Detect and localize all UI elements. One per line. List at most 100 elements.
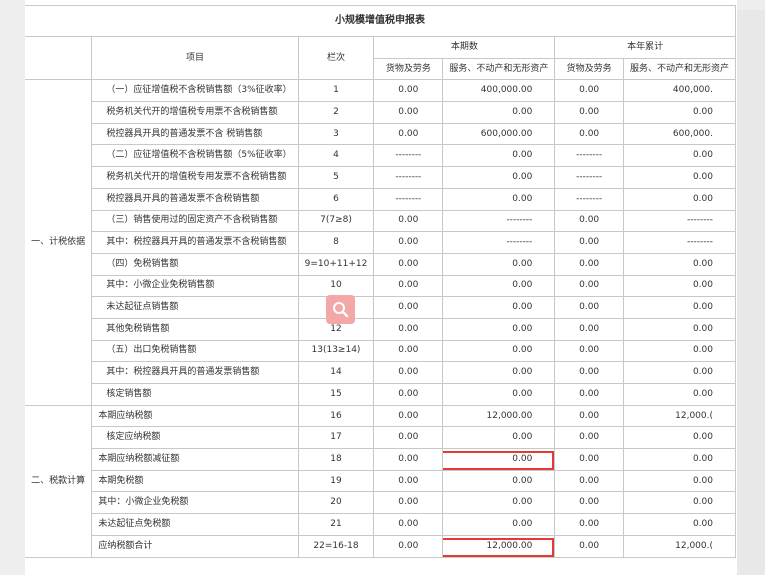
- cell-services-ytd[interactable]: 0.00: [622, 296, 737, 319]
- cell-goods-ytd[interactable]: 0.00: [554, 383, 624, 406]
- table-row: 本期免税额 19 0.00 0.00 0.00 0.00: [25, 469, 737, 493]
- cell-goods[interactable]: 0.00: [373, 252, 444, 276]
- cell-services-ytd[interactable]: 12,000.(: [622, 534, 737, 558]
- cell-services[interactable]: 0.00: [442, 101, 556, 124]
- row-col: 2: [297, 101, 375, 124]
- cell-goods-ytd[interactable]: 0.00: [554, 339, 624, 363]
- cell-services[interactable]: 400,000.00: [442, 79, 556, 103]
- cell-goods-ytd[interactable]: 0.00: [554, 469, 624, 493]
- row-item: 核定应纳税额: [91, 426, 299, 450]
- cell-goods-ytd[interactable]: 0.00: [554, 513, 624, 536]
- cell-goods-ytd[interactable]: 0.00: [554, 448, 624, 471]
- cell-goods[interactable]: 0.00: [373, 209, 444, 233]
- cell-services-ytd[interactable]: 0.00: [622, 166, 737, 189]
- cell-services[interactable]: 0.00: [442, 383, 556, 406]
- cell-goods-ytd[interactable]: 0.00: [554, 252, 624, 276]
- cell-services-ytd[interactable]: 0.00: [622, 274, 737, 298]
- cell-goods[interactable]: 0.00: [373, 448, 444, 471]
- cell-services[interactable]: 0.00: [442, 296, 556, 319]
- cell-services[interactable]: 0.00: [442, 491, 556, 515]
- cell-services-ytd[interactable]: --------: [622, 209, 737, 233]
- cell-services[interactable]: 0.00: [442, 469, 556, 493]
- cell-services[interactable]: --------: [442, 231, 556, 254]
- cell-goods[interactable]: 0.00: [373, 79, 444, 103]
- cell-goods[interactable]: --------: [373, 187, 444, 211]
- cell-goods[interactable]: 0.00: [373, 361, 444, 384]
- cell-services-ytd[interactable]: 600,000.: [622, 122, 737, 146]
- cell-goods-ytd[interactable]: 0.00: [554, 101, 624, 124]
- cell-services[interactable]: 0.00: [442, 513, 556, 536]
- cell-goods[interactable]: 0.00: [373, 426, 444, 450]
- cell-services-ytd[interactable]: 0.00: [622, 469, 737, 493]
- cell-goods[interactable]: 0.00: [373, 491, 444, 515]
- cell-services-ytd[interactable]: 0.00: [622, 187, 737, 211]
- cell-services[interactable]: 0.00: [442, 252, 556, 276]
- table-row: 税控器具开具的普通发票不含 税销售额 3 0.00 600,000.00 0.0…: [25, 122, 737, 146]
- cell-goods[interactable]: 0.00: [373, 296, 444, 319]
- cell-goods-ytd[interactable]: 0.00: [554, 317, 624, 341]
- cell-services[interactable]: 0.00: [442, 361, 556, 384]
- cell-services-highlighted[interactable]: 12,000.00: [442, 534, 556, 558]
- cell-goods[interactable]: 0.00: [373, 513, 444, 536]
- cell-goods-ytd[interactable]: 0.00: [554, 534, 624, 558]
- cell-goods-ytd[interactable]: 0.00: [554, 426, 624, 450]
- cell-goods-ytd[interactable]: --------: [554, 144, 624, 168]
- cell-goods-ytd[interactable]: 0.00: [554, 79, 624, 103]
- cell-services-ytd[interactable]: 0.00: [622, 317, 737, 341]
- cell-goods[interactable]: 0.00: [373, 383, 444, 406]
- cell-services-ytd[interactable]: 0.00: [622, 491, 737, 515]
- cell-services-ytd[interactable]: 0.00: [622, 252, 737, 276]
- row-item: 本期免税额: [91, 469, 299, 493]
- cell-services[interactable]: 0.00: [442, 274, 556, 298]
- cell-goods-ytd[interactable]: 0.00: [554, 231, 624, 254]
- cell-services-ytd[interactable]: 0.00: [622, 383, 737, 406]
- cell-goods-ytd[interactable]: 0.00: [554, 404, 624, 428]
- magnifier-icon[interactable]: [326, 295, 355, 324]
- cell-goods-ytd[interactable]: 0.00: [554, 209, 624, 233]
- cell-goods[interactable]: 0.00: [373, 101, 444, 124]
- cell-goods-ytd[interactable]: 0.00: [554, 274, 624, 298]
- row-item: 应纳税额合计: [91, 534, 299, 558]
- cell-goods[interactable]: --------: [373, 166, 444, 189]
- cell-services-ytd[interactable]: 0.00: [622, 144, 737, 168]
- cell-services-highlighted[interactable]: 0.00: [442, 448, 556, 471]
- corner-cell: [25, 35, 93, 81]
- cell-goods-ytd[interactable]: 0.00: [554, 296, 624, 319]
- cell-services-ytd[interactable]: 12,000.(: [622, 404, 737, 428]
- cell-services[interactable]: 0.00: [442, 166, 556, 189]
- cell-goods-ytd[interactable]: 0.00: [554, 122, 624, 146]
- cell-goods-ytd[interactable]: 0.00: [554, 361, 624, 384]
- table-row: 其中：税控器具开具的普通发票不含税销售额 8 0.00 -------- 0.0…: [25, 231, 737, 254]
- cell-goods[interactable]: --------: [373, 144, 444, 168]
- cell-services-ytd[interactable]: 0.00: [622, 101, 737, 124]
- cell-goods[interactable]: 0.00: [373, 534, 444, 558]
- cell-goods[interactable]: 0.00: [373, 469, 444, 493]
- cell-goods[interactable]: 0.00: [373, 274, 444, 298]
- cell-goods-ytd[interactable]: 0.00: [554, 491, 624, 515]
- cell-services[interactable]: 0.00: [442, 317, 556, 341]
- cell-goods[interactable]: 0.00: [373, 122, 444, 146]
- cell-services-ytd[interactable]: 0.00: [622, 426, 737, 450]
- cell-services[interactable]: 12,000.00: [442, 404, 556, 428]
- cell-goods[interactable]: 0.00: [373, 317, 444, 341]
- cell-services-ytd[interactable]: --------: [622, 231, 737, 254]
- cell-services-ytd[interactable]: 400,000.: [622, 79, 737, 103]
- cell-services-ytd[interactable]: 0.00: [622, 448, 737, 471]
- cell-goods-ytd[interactable]: --------: [554, 166, 624, 189]
- cell-services-ytd[interactable]: 0.00: [622, 361, 737, 384]
- cell-services[interactable]: 0.00: [442, 144, 556, 168]
- row-item: 其中：小微企业免税销售额: [91, 274, 299, 298]
- cell-services-ytd[interactable]: 0.00: [622, 513, 737, 536]
- cell-services-ytd[interactable]: 0.00: [622, 339, 737, 363]
- cell-services[interactable]: --------: [442, 209, 556, 233]
- cell-goods[interactable]: 0.00: [373, 339, 444, 363]
- cell-services[interactable]: 0.00: [442, 187, 556, 211]
- right-scroll-gutter[interactable]: [737, 10, 765, 575]
- cell-goods[interactable]: 0.00: [373, 231, 444, 254]
- cell-services[interactable]: 0.00: [442, 426, 556, 450]
- cell-services[interactable]: 0.00: [442, 339, 556, 363]
- cell-services[interactable]: 600,000.00: [442, 122, 556, 146]
- cell-goods[interactable]: 0.00: [373, 404, 444, 428]
- row-col: 22=16-18: [297, 534, 375, 558]
- cell-goods-ytd[interactable]: --------: [554, 187, 624, 211]
